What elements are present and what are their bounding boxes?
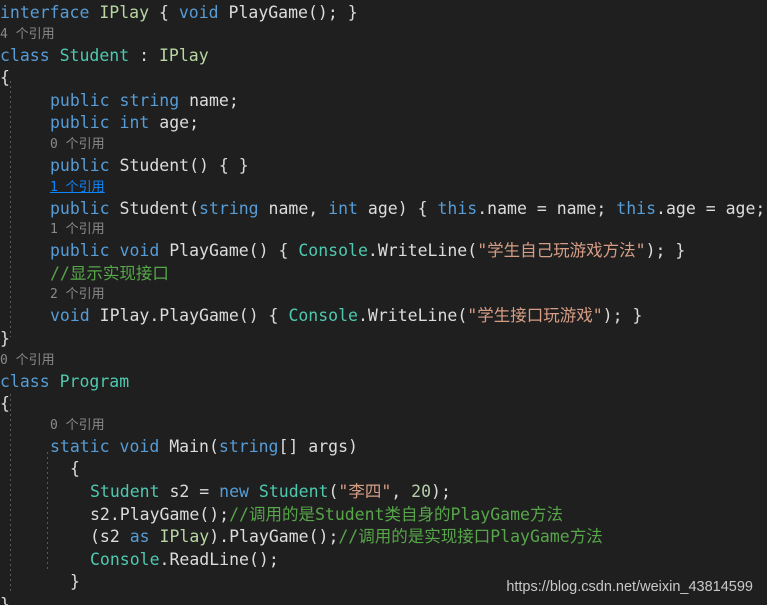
token-type-iplay-cast: IPlay [149, 527, 210, 547]
line-interface-iplay: interface IPlay { void PlayGame(); } [0, 3, 358, 22]
token-type-console-3: Console [90, 549, 160, 569]
token-keyword-class: class [0, 45, 50, 65]
codelens-playgame-refs[interactable]: 1 个引用 [0, 220, 767, 240]
token-keyword-new: new [219, 481, 249, 501]
codelens-ctor-refs[interactable]: 0 个引用 [0, 135, 767, 155]
token-type-student: Student [59, 45, 130, 65]
codelens-ctor-args-refs[interactable]: 1 个引用 [0, 178, 767, 198]
line-open-brace-main: { [70, 459, 80, 479]
code-lines: 0 个引用 interface IPlay { void PlayGame();… [0, 0, 767, 605]
line-open-brace-program: { [0, 394, 10, 414]
token-keyword-int: int [119, 113, 150, 133]
line-method-playgame: public void PlayGame() { Console.WriteLi… [50, 241, 686, 261]
token-type-iplay-base: IPlay [158, 45, 209, 65]
token-keyword-as: as [129, 527, 150, 547]
codelens-program-refs[interactable]: 0 个引用 [0, 351, 767, 371]
token-keyword-this-1: this [437, 198, 478, 218]
line-method-main: static void Main(string[] args) [50, 436, 358, 456]
token-type-student-new: Student [248, 481, 329, 501]
line-close-brace-program: } [0, 594, 10, 605]
token-type-console-1: Console [298, 241, 368, 261]
token-comment-1: //显示实现接口 [50, 263, 169, 283]
token-comment-3: //调用的是实现接口PlayGame方法 [338, 527, 603, 547]
token-keyword-this-2: this [616, 198, 657, 218]
line-close-brace-student: } [0, 328, 10, 348]
line-field-name: public string name; [50, 90, 239, 110]
token-type-iplay: IPlay [99, 3, 150, 22]
code-editor[interactable]: 0 个引用 interface IPlay { void PlayGame();… [0, 0, 767, 605]
token-string-3: "李四" [338, 481, 392, 501]
token-type-program: Program [59, 371, 130, 391]
token-keyword-interface: interface [0, 3, 90, 22]
codelens-iplay-playgame-refs[interactable]: 2 个引用 [0, 285, 767, 305]
line-new-student: Student s2 = new Student("李四", 20); [90, 481, 451, 501]
token-string-2: "学生接口玩游戏" [467, 306, 603, 326]
watermark-url: https://blog.csdn.net/weixin_43814599 [506, 579, 753, 595]
token-string-1: "学生自己玩游戏方法" [477, 241, 646, 261]
line-call-playgame-iface: (s2 as IPlay).PlayGame();//调用的是实现接口PlayG… [90, 527, 603, 547]
token-keyword-string: string [119, 90, 180, 110]
token-comment-2: //调用的是Student类自身的PlayGame方法 [229, 504, 563, 524]
line-console-readline: Console.ReadLine(); [90, 549, 279, 569]
line-comment-explicit: //显示实现接口 [0, 263, 767, 286]
line-ctor-default: public Student() { } [50, 155, 249, 175]
line-open-brace-student: { [0, 68, 10, 88]
token-keyword-static: static [50, 436, 110, 456]
line-explicit-impl: void IPlay.PlayGame() { Console.WriteLin… [50, 306, 643, 326]
line-field-age: public int age; [50, 113, 200, 133]
token-keyword-void: void [178, 3, 219, 22]
token-type-console-2: Console [288, 306, 358, 326]
token-number-20: 20 [411, 481, 432, 501]
codelens-main-refs[interactable]: 0 个引用 [0, 416, 767, 436]
token-type-student-decl: Student [90, 481, 160, 501]
token-keyword-public: public [50, 90, 110, 110]
codelens-student-refs[interactable]: 4 个引用 [0, 25, 767, 45]
line-call-playgame-direct: s2.PlayGame();//调用的是Student类自身的PlayGame方… [90, 504, 563, 524]
line-ctor-args: public Student(string name, int age) { t… [50, 198, 766, 218]
line-class-program: class Program [0, 371, 130, 391]
line-class-student: class Student : IPlay [0, 45, 209, 65]
